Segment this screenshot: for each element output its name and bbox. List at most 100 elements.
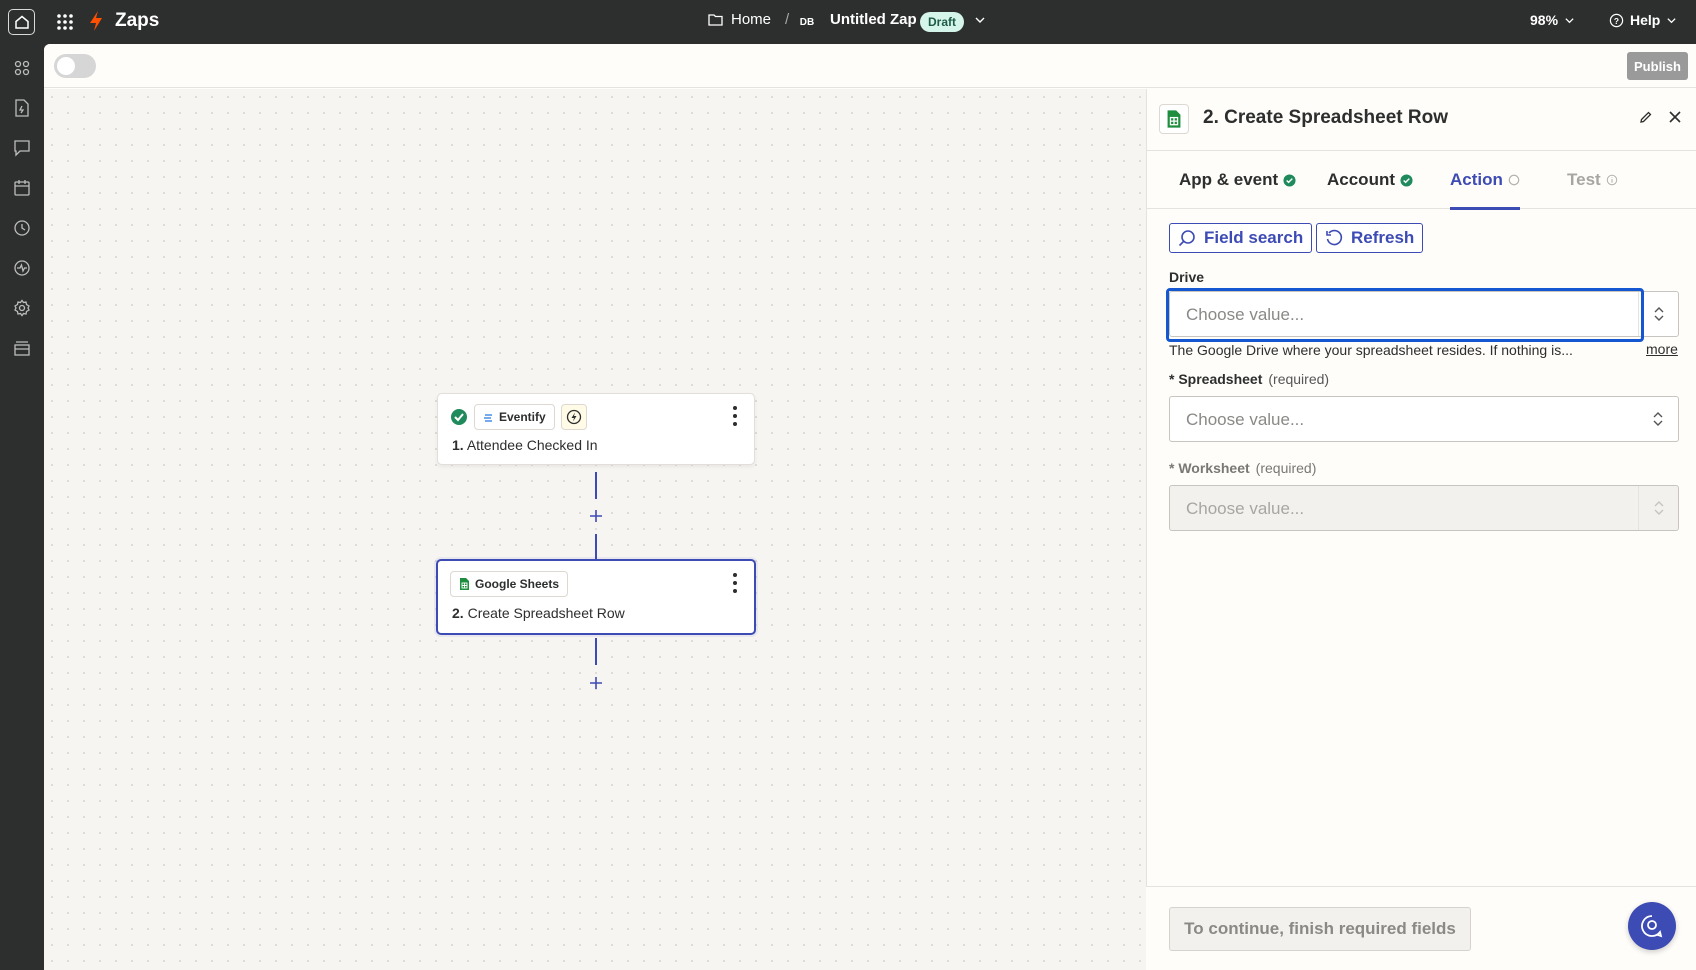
app-chip: Eventify — [474, 404, 555, 430]
zoom-control[interactable]: 98% — [1530, 12, 1575, 28]
tab-account[interactable]: Account — [1327, 151, 1413, 209]
drive-select[interactable]: Choose value... — [1166, 288, 1679, 342]
close-icon[interactable] — [1666, 108, 1684, 126]
calendar-icon[interactable] — [12, 178, 32, 198]
zaps-file-icon[interactable] — [12, 98, 32, 118]
left-rail: ✦ — [0, 44, 44, 970]
step-title: 2. Create Spreadsheet Row — [452, 605, 625, 621]
history-icon[interactable] — [12, 218, 32, 238]
chat-icon[interactable] — [12, 138, 32, 158]
add-step-icon[interactable] — [588, 508, 604, 524]
check-circle-icon — [451, 409, 467, 425]
drive-help-text: The Google Drive where your spreadsheet … — [1169, 342, 1573, 358]
connector-line — [595, 638, 597, 665]
panel-title: 2. Create Spreadsheet Row — [1203, 107, 1448, 128]
help-icon: ? — [1609, 13, 1624, 27]
step-card-header: Google Sheets — [450, 571, 569, 597]
zaps-bolt-icon — [88, 10, 104, 32]
apps-icon[interactable] — [12, 58, 32, 78]
editor-toolbar: Publish — [44, 44, 1696, 88]
field-search-label: Field search — [1204, 228, 1304, 247]
spreadsheet-placeholder: Choose value... — [1186, 410, 1305, 429]
breadcrumb-home[interactable]: Home — [731, 11, 771, 28]
app-launcher-icon[interactable] — [55, 12, 75, 32]
empty-circle-icon — [1508, 174, 1520, 186]
zoom-value: 98% — [1530, 12, 1559, 28]
home-icon[interactable] — [8, 9, 35, 35]
main-area: Publish Eventify 1. Attendee Checked In — [44, 44, 1696, 970]
spreadsheet-label: * Spreadsheet (required) — [1169, 371, 1329, 387]
tab-action[interactable]: Action — [1450, 151, 1520, 210]
required-note: (required) — [1255, 460, 1317, 476]
drive-placeholder: Choose value... — [1186, 305, 1305, 324]
step-app-name: Eventify — [499, 410, 546, 424]
connector-line — [595, 534, 597, 560]
tab-label: Account — [1327, 170, 1395, 189]
zap-canvas[interactable]: Eventify 1. Attendee Checked In Google S… — [44, 89, 1146, 970]
worksheet-placeholder: Choose value... — [1186, 499, 1305, 518]
tab-label: Test — [1567, 170, 1601, 189]
folder-icon — [708, 14, 723, 26]
select-chevron-icon — [1638, 397, 1678, 441]
support-chat-icon[interactable] — [1628, 902, 1676, 950]
app-chip: Google Sheets — [450, 571, 569, 597]
step-app-name: Google Sheets — [475, 577, 560, 591]
refresh-icon — [1326, 229, 1343, 246]
toggle-knob — [57, 57, 75, 75]
publish-button[interactable]: Publish — [1627, 52, 1688, 80]
field-search-button[interactable]: Field search — [1169, 223, 1313, 253]
help-menu[interactable]: ? Help — [1609, 12, 1677, 28]
search-icon — [1178, 230, 1195, 247]
check-circle-icon — [1283, 173, 1296, 187]
pencil-icon[interactable] — [1639, 110, 1653, 124]
zap-toggle[interactable] — [54, 54, 96, 78]
eventify-icon — [484, 413, 492, 422]
step-tabs: App & event Account Action Test — [1147, 151, 1696, 210]
archive-icon[interactable] — [12, 338, 32, 358]
step-card-header: Eventify — [450, 404, 587, 430]
panel-footer: To continue, finish required fields — [1146, 886, 1696, 970]
more-link[interactable]: more — [1646, 341, 1678, 357]
activity-icon[interactable] — [12, 258, 32, 278]
chevron-down-icon — [1565, 17, 1574, 23]
step-title-text: Attendee Checked In — [466, 437, 598, 453]
step-number: 1. — [452, 437, 464, 453]
more-options-icon[interactable] — [732, 573, 738, 593]
connector-line — [595, 472, 597, 499]
tab-label: Action — [1450, 170, 1503, 189]
google-sheets-icon — [1159, 104, 1189, 134]
select-chevron-icon — [1638, 486, 1678, 530]
info-icon — [1606, 174, 1617, 186]
status-badge: Draft — [920, 12, 965, 32]
step-number: 2. — [452, 605, 464, 621]
app-name[interactable]: Zaps — [115, 10, 159, 32]
spreadsheet-label-text: * Spreadsheet — [1169, 371, 1263, 387]
worksheet-select[interactable]: Choose value... — [1169, 485, 1679, 531]
settings-icon[interactable] — [12, 298, 32, 318]
panel-header: 2. Create Spreadsheet Row — [1147, 89, 1696, 151]
more-options-icon[interactable] — [732, 406, 738, 426]
breadcrumb: Home / — [708, 11, 789, 28]
add-step-icon[interactable] — [588, 675, 604, 691]
zap-title[interactable]: Untitled Zap — [830, 11, 917, 28]
step-title: 1. Attendee Checked In — [452, 437, 598, 453]
worksheet-label-text: * Worksheet — [1169, 460, 1250, 476]
continue-button[interactable]: To continue, finish required fields — [1169, 907, 1471, 951]
breadcrumb-separator: / — [785, 11, 790, 28]
step-card-1[interactable]: Eventify 1. Attendee Checked In — [437, 393, 755, 465]
svg-text:?: ? — [1614, 15, 1619, 25]
step-card-2[interactable]: Google Sheets 2. Create Spreadsheet Row — [436, 559, 756, 635]
tab-label: App & event — [1179, 170, 1279, 189]
required-note: (required) — [1268, 371, 1330, 387]
spreadsheet-select[interactable]: Choose value... — [1169, 396, 1679, 442]
chevron-down-icon[interactable] — [974, 14, 986, 26]
select-chevron-icon — [1638, 292, 1678, 336]
worksheet-label: * Worksheet (required) — [1169, 460, 1316, 476]
tab-test[interactable]: Test — [1567, 151, 1618, 209]
refresh-button[interactable]: Refresh — [1316, 223, 1424, 253]
drive-label: Drive — [1169, 269, 1205, 285]
avatar: DB — [799, 16, 815, 28]
check-circle-icon — [1400, 173, 1413, 187]
tab-app-event[interactable]: App & event — [1179, 151, 1296, 209]
top-bar: Zaps Home / DB Untitled Zap Draft 98% ? … — [0, 0, 1696, 44]
